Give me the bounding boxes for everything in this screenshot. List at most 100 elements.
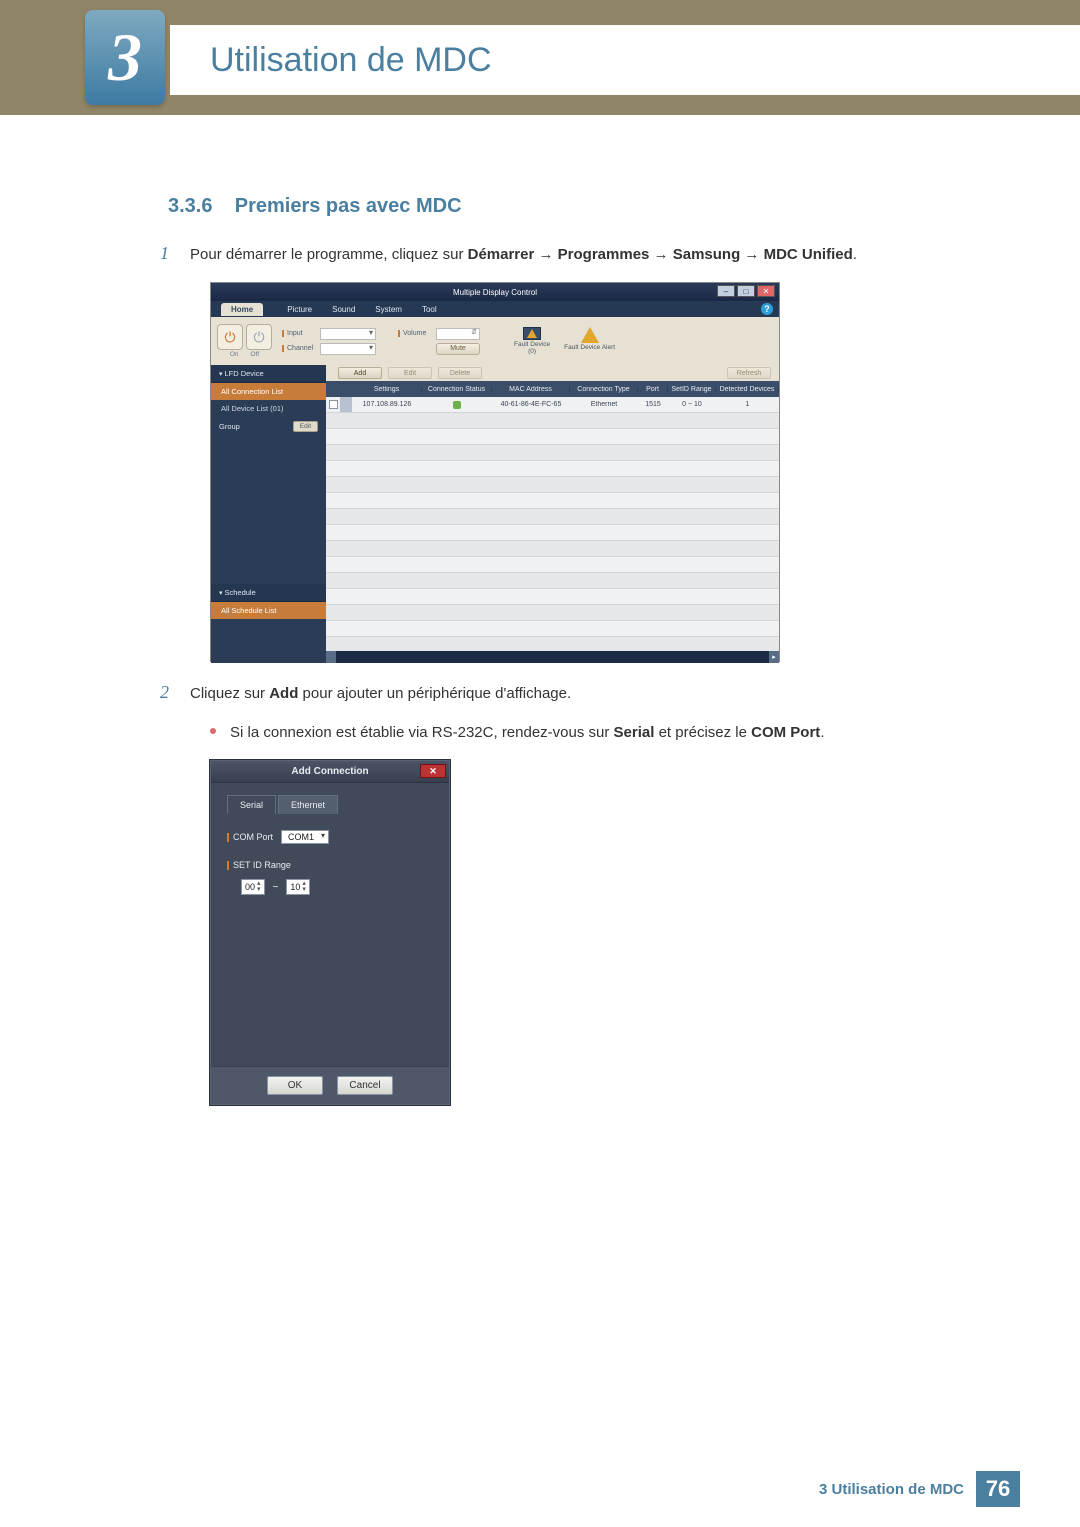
status-connected-icon [453,401,461,409]
horizontal-scrollbar[interactable]: ▸ [326,651,779,663]
range-from-spinner[interactable]: 00▴▾ [241,879,265,895]
table-row [326,413,779,429]
col-range: SetID Range [668,386,716,393]
table-header: Settings Connection Status MAC Address C… [326,381,779,397]
table-row[interactable]: 107.108.89.126 40-61-86-4E-FC-65 Etherne… [326,397,779,413]
minimize-button[interactable]: – [717,285,735,297]
delete-button[interactable]: Delete [438,367,482,379]
setid-range-row: 00▴▾ ~ 10▴▾ [241,879,433,895]
fault-alert-indicator[interactable]: Fault Device Alert [564,327,615,351]
window-controls: – □ ✕ [717,285,775,297]
tab-system[interactable]: System [375,305,402,314]
range-to-spinner[interactable]: 10▴▾ [286,879,310,895]
input-dropdown[interactable] [320,328,376,340]
mdc-main-window: Multiple Display Control – □ ✕ Home Pict… [210,282,780,662]
chapter-title: Utilisation de MDC [210,41,492,80]
tab-serial[interactable]: Serial [227,795,276,814]
maximize-button[interactable]: □ [737,285,755,297]
cell-port: 1515 [638,401,668,408]
section-number: 3.3.6 [168,195,212,217]
table-row [326,429,779,445]
fault-device-indicator[interactable]: Fault Device (0) [514,327,550,355]
alert-group: Fault Device (0) Fault Device Alert [514,327,615,355]
cell-type: Ethernet [570,401,638,408]
tab-sound[interactable]: Sound [332,305,355,314]
step-number: 2 [160,682,190,706]
power-icon: ⏻ [224,329,235,346]
channel-label: Channel [282,345,316,352]
tab-picture[interactable]: Picture [287,305,312,314]
sidebar-section-lfd[interactable]: LFD Device [211,365,326,383]
dialog-titlebar: Add Connection ✕ [211,761,449,783]
volume-group: Volume Mute [398,328,480,355]
step-1: 1 Pour démarrer le programme, cliquez su… [160,243,1000,267]
bullet-icon [210,728,216,734]
add-connection-dialog: Add Connection ✕ Serial Ethernet COM Por… [210,760,450,1105]
dialog-title: Add Connection [291,766,368,777]
table-row [326,493,779,509]
edit-button[interactable]: Edit [388,367,432,379]
power-off-button[interactable]: ⏻ [246,324,272,350]
tab-tool[interactable]: Tool [422,305,437,314]
sidebar-group-label: Group [219,422,240,431]
header-strip: Utilisation de MDC [170,25,1080,95]
sidebar-item-all-device[interactable]: All Device List (01) [211,400,326,417]
col-detected: Detected Devices [716,386,779,393]
volume-spinner[interactable] [436,328,480,340]
col-port: Port [638,386,668,393]
section-title: Premiers pas avec MDC [235,195,462,217]
mute-button[interactable]: Mute [436,343,480,355]
page-content: 3.3.6 Premiers pas avec MDC 1 Pour démar… [0,115,1080,1105]
page-footer: 3 Utilisation de MDC 76 [819,1471,1020,1507]
table-row [326,509,779,525]
window-title: Multiple Display Control [453,288,537,297]
sidebar-edit-button[interactable]: Edit [293,421,318,432]
dialog-tabs: Serial Ethernet [227,795,433,814]
com-port-dropdown[interactable]: COM1 [281,830,329,844]
range-separator: ~ [273,882,279,893]
power-off-icon: ⏻ [253,329,264,346]
close-button[interactable]: ✕ [757,285,775,297]
cancel-button[interactable]: Cancel [337,1076,393,1095]
table-row [326,557,779,573]
row-checkbox[interactable] [329,400,338,409]
sidebar-section-schedule[interactable]: Schedule [211,584,326,602]
table-row [326,589,779,605]
tab-ethernet[interactable]: Ethernet [278,795,338,814]
tab-home[interactable]: Home [221,303,263,316]
table-row [326,461,779,477]
sidebar-item-all-schedule[interactable]: All Schedule List [211,602,326,619]
col-type: Connection Type [570,386,638,393]
section-heading: 3.3.6 Premiers pas avec MDC [168,195,1000,218]
bullet-text: Si la connexion est établie via RS-232C,… [230,721,824,745]
step-2: 2 Cliquez sur Add pour ajouter un périph… [160,682,1000,706]
window-titlebar: Multiple Display Control – □ ✕ [211,283,779,301]
sidebar: LFD Device All Connection List All Devic… [211,365,326,663]
table-row [326,445,779,461]
ok-button[interactable]: OK [267,1076,323,1095]
table-row [326,477,779,493]
setid-range-label: SET ID Range [227,860,291,870]
step-text: Pour démarrer le programme, cliquez sur … [190,243,857,267]
table-row [326,541,779,557]
table-row [326,621,779,637]
dialog-close-button[interactable]: ✕ [420,764,446,778]
sidebar-group-row: Group Edit [211,417,326,436]
refresh-button[interactable]: Refresh [727,367,771,379]
sidebar-item-all-connection[interactable]: All Connection List [211,383,326,400]
add-button[interactable]: Add [338,367,382,379]
table-row [326,573,779,589]
bullet-item: Si la connexion est établie via RS-232C,… [210,721,1000,745]
page-header: 3 Utilisation de MDC [0,0,1080,115]
cell-mac: 40-61-86-4E-FC-65 [492,401,570,408]
main-panel: Add Edit Delete Refresh Settings Connect… [326,365,779,663]
col-settings: Settings [352,386,422,393]
chapter-number: 3 [108,18,142,97]
channel-dropdown[interactable] [320,343,376,355]
menu-bar: Home Picture Sound System Tool ? [211,301,779,317]
cell-range: 0 ~ 10 [668,401,716,408]
help-icon[interactable]: ? [761,303,773,315]
cell-settings: 107.108.89.126 [352,401,422,408]
power-on-button[interactable]: ⏻ [217,324,243,350]
col-mac: MAC Address [492,386,570,393]
